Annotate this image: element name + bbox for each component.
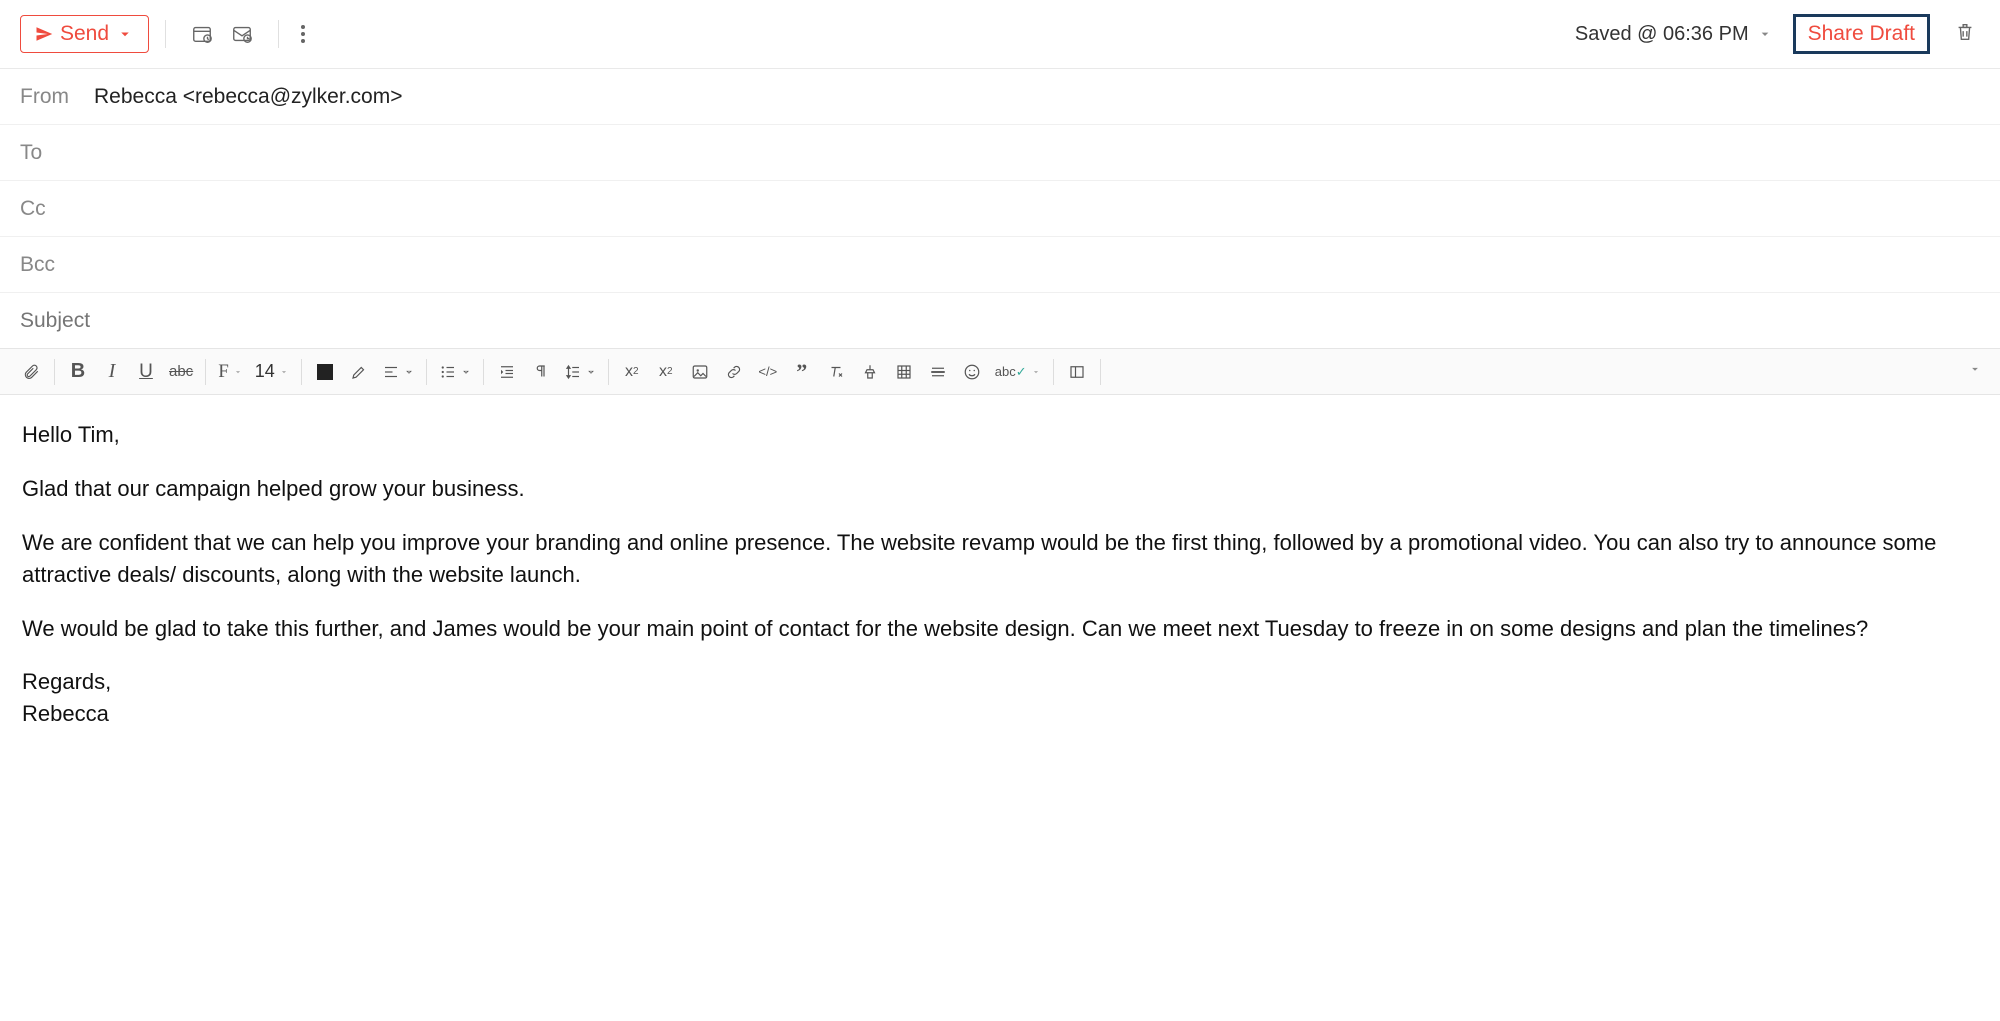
fmt-divider xyxy=(205,359,206,385)
send-button-label: Send xyxy=(60,22,109,46)
subject-field-row[interactable] xyxy=(0,293,2000,349)
clear-formatting-button[interactable] xyxy=(819,356,853,388)
fmt-divider xyxy=(483,359,484,385)
attach-button[interactable] xyxy=(14,356,48,388)
body-signature: Regards, Rebecca xyxy=(22,666,1978,730)
subscript-button[interactable]: x2 xyxy=(649,356,683,388)
to-field-row[interactable]: To xyxy=(0,125,2000,181)
schedule-send-icon[interactable] xyxy=(190,22,214,46)
more-options-button[interactable] xyxy=(295,19,311,49)
line-spacing-button[interactable] xyxy=(558,356,602,388)
cc-field-row[interactable]: Cc xyxy=(0,181,2000,237)
compose-body-editor[interactable]: Hello Tim, Glad that our campaign helped… xyxy=(0,395,2000,754)
italic-button[interactable]: I xyxy=(95,356,129,388)
insert-table-button[interactable] xyxy=(887,356,921,388)
font-size-value: 14 xyxy=(255,361,275,382)
bcc-field-row[interactable]: Bcc xyxy=(0,237,2000,293)
format-painter-button[interactable] xyxy=(853,356,887,388)
text-direction-button[interactable] xyxy=(524,356,558,388)
share-draft-label: Share Draft xyxy=(1808,22,1915,45)
fmt-divider xyxy=(426,359,427,385)
fmt-divider xyxy=(1100,359,1101,385)
insert-link-button[interactable] xyxy=(717,356,751,388)
subject-input[interactable] xyxy=(20,309,1980,333)
spellcheck-button[interactable]: abc✓ xyxy=(989,356,1047,388)
superscript-button[interactable]: x2 xyxy=(615,356,649,388)
fmt-divider xyxy=(1053,359,1054,385)
send-icon xyxy=(35,25,53,43)
formatting-toolbar: B I U abc F 14 x2 x2 xyxy=(0,349,2000,395)
body-paragraph: Glad that our campaign helped grow your … xyxy=(22,473,1978,505)
strikethrough-button[interactable]: abc xyxy=(163,356,199,388)
font-family-button[interactable]: F xyxy=(212,356,249,388)
toolbar-divider xyxy=(278,20,279,48)
list-button[interactable] xyxy=(433,356,477,388)
bcc-label: Bcc xyxy=(20,253,90,277)
font-color-button[interactable] xyxy=(308,356,342,388)
send-later-icon[interactable] xyxy=(230,22,254,46)
bcc-input[interactable] xyxy=(90,253,1980,277)
delete-draft-button[interactable] xyxy=(1950,16,1980,53)
highlight-color-button[interactable] xyxy=(342,356,376,388)
from-field-row[interactable]: From Rebecca <rebecca@zylker.com> xyxy=(0,69,2000,125)
to-label: To xyxy=(20,141,90,165)
saved-dropdown-icon[interactable] xyxy=(1757,26,1773,42)
cc-input[interactable] xyxy=(90,197,1980,221)
horizontal-rule-button[interactable] xyxy=(921,356,955,388)
fmt-divider xyxy=(301,359,302,385)
indent-button[interactable] xyxy=(490,356,524,388)
color-swatch-icon xyxy=(317,364,333,380)
to-input[interactable] xyxy=(90,141,1980,165)
toggle-layout-button[interactable] xyxy=(1060,356,1094,388)
saved-status-text: Saved @ 06:36 PM xyxy=(1575,23,1749,46)
from-label: From xyxy=(20,85,90,109)
insert-html-button[interactable]: </> xyxy=(751,356,785,388)
cc-label: Cc xyxy=(20,197,90,221)
collapse-toolbar-button[interactable] xyxy=(1968,362,1982,381)
send-button[interactable]: Send xyxy=(20,15,149,53)
emoji-button[interactable] xyxy=(955,356,989,388)
body-greeting: Hello Tim, xyxy=(22,419,1978,451)
body-paragraph: We would be glad to take this further, a… xyxy=(22,613,1978,645)
bold-button[interactable]: B xyxy=(61,356,95,388)
toolbar-divider xyxy=(165,20,166,48)
align-button[interactable] xyxy=(376,356,420,388)
compose-top-toolbar: Send Saved @ 06:36 PM Share Draft xyxy=(0,0,2000,69)
insert-image-button[interactable] xyxy=(683,356,717,388)
from-value: Rebecca <rebecca@zylker.com> xyxy=(94,85,402,109)
underline-button[interactable]: U xyxy=(129,356,163,388)
compose-header-fields: From Rebecca <rebecca@zylker.com> To Cc … xyxy=(0,69,2000,349)
font-size-button[interactable]: 14 xyxy=(249,356,295,388)
blockquote-button[interactable]: ” xyxy=(785,356,819,388)
chevron-down-icon xyxy=(116,25,134,43)
share-draft-button[interactable]: Share Draft xyxy=(1793,14,1930,54)
fmt-divider xyxy=(608,359,609,385)
body-paragraph: We are confident that we can help you im… xyxy=(22,527,1978,591)
fmt-divider xyxy=(54,359,55,385)
